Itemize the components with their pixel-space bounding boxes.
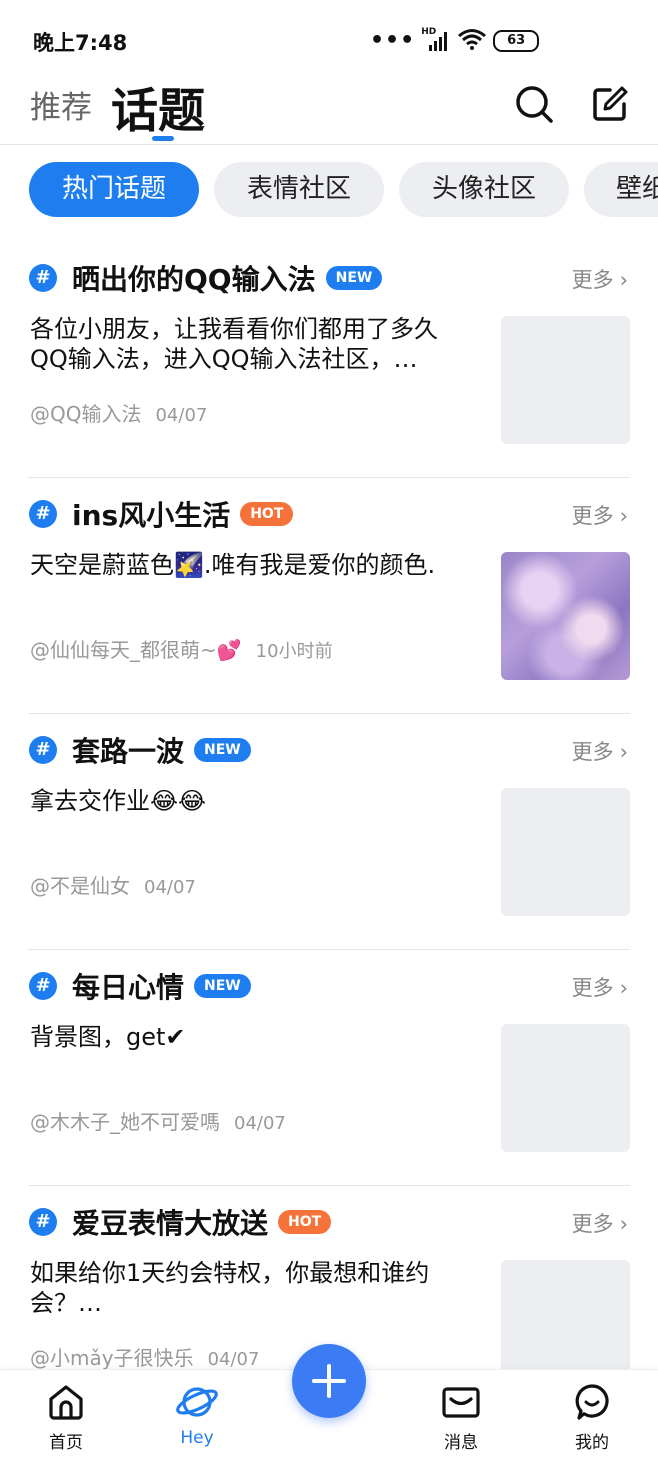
more-dots-icon: ••• bbox=[370, 28, 416, 53]
topic-meta: @木木子_她不可爱嗎 04/07 bbox=[30, 1106, 286, 1135]
author[interactable]: @仙仙每天_都很萌~💕 bbox=[30, 638, 242, 662]
compose-icon[interactable] bbox=[588, 82, 632, 126]
planet-icon bbox=[175, 1387, 219, 1426]
topic-excerpt: 各位小朋友，让我看看你们都用了多久QQ输入法，进入QQ输入法社区，… bbox=[30, 315, 438, 373]
tab-hey-label: Hey bbox=[180, 1428, 214, 1448]
topic-excerpt: 背景图，get✔ bbox=[30, 1023, 186, 1051]
tab-topic[interactable]: 话题 bbox=[111, 72, 205, 141]
create-post-button[interactable] bbox=[292, 1344, 366, 1418]
battery-level: 63 bbox=[507, 33, 526, 48]
chip-sticker-community[interactable]: 表情社区 bbox=[214, 162, 384, 217]
chevron-right-icon: › bbox=[619, 504, 628, 528]
list-item[interactable]: # 每日心情 NEW 更多 › 背景图，get✔ @木木子_她不可爱嗎 04/07 bbox=[0, 950, 658, 1186]
more-link[interactable]: 更多 › bbox=[572, 972, 628, 1002]
chip-hot-topics[interactable]: 热门话题 bbox=[29, 162, 199, 217]
thumbnail-sky-image[interactable] bbox=[501, 552, 630, 680]
tab-hey[interactable]: Hey bbox=[157, 1382, 237, 1448]
active-tab-indicator bbox=[152, 136, 174, 141]
more-link[interactable]: 更多 › bbox=[572, 500, 628, 530]
chevron-right-icon: › bbox=[619, 976, 628, 1000]
topic-meta: @QQ输入法 04/07 bbox=[30, 398, 207, 427]
home-icon bbox=[46, 1385, 86, 1426]
author[interactable]: @QQ输入法 bbox=[30, 402, 141, 426]
author[interactable]: @小mǎy子很快乐 bbox=[30, 1346, 194, 1370]
topic-meta: @不是仙女 04/07 bbox=[30, 870, 196, 899]
author[interactable]: @不是仙女 bbox=[30, 874, 130, 898]
hashtag-icon: # bbox=[29, 736, 57, 764]
category-chips: 热门话题 表情社区 头像社区 壁纸 bbox=[0, 162, 658, 218]
more-link[interactable]: 更多 › bbox=[572, 1208, 628, 1238]
thumbnail[interactable] bbox=[501, 316, 630, 444]
new-badge: NEW bbox=[325, 266, 383, 290]
topic-title[interactable]: 套路一波 NEW bbox=[72, 730, 251, 770]
post-date: 04/07 bbox=[234, 1113, 286, 1134]
tab-messages-label: 消息 bbox=[444, 1433, 478, 1453]
status-time: 晚上7:48 bbox=[33, 31, 128, 55]
topic-title[interactable]: 每日心情 NEW bbox=[72, 966, 251, 1006]
new-badge: NEW bbox=[194, 974, 251, 998]
more-link[interactable]: 更多 › bbox=[572, 264, 628, 294]
cell-signal-icon: HD bbox=[421, 27, 451, 52]
topic-title[interactable]: 晒出你的QQ输入法 NEW bbox=[72, 258, 383, 298]
chevron-right-icon: › bbox=[619, 740, 628, 764]
status-icons: ••• HD 63 bbox=[370, 27, 540, 54]
tab-messages[interactable]: 消息 bbox=[421, 1382, 501, 1453]
top-nav: 推荐 话题 bbox=[0, 72, 658, 145]
hot-badge: HOT bbox=[278, 1210, 332, 1234]
topic-excerpt: 天空是蔚蓝色🌠.唯有我是爱你的颜色. bbox=[30, 551, 436, 579]
hashtag-icon: # bbox=[29, 264, 57, 292]
thumbnail[interactable] bbox=[501, 1024, 630, 1152]
new-badge: NEW bbox=[194, 738, 251, 762]
hot-badge: HOT bbox=[240, 502, 294, 526]
list-item[interactable]: # ins风小生活 HOT 更多 › 天空是蔚蓝色🌠.唯有我是爱你的颜色. @仙仙每… bbox=[0, 478, 658, 714]
tab-mine-label: 我的 bbox=[575, 1433, 609, 1453]
profile-icon bbox=[571, 1384, 613, 1426]
tab-home-label: 首页 bbox=[49, 1433, 83, 1453]
author[interactable]: @木木子_她不可爱嗎 bbox=[30, 1110, 220, 1134]
thumbnail[interactable] bbox=[501, 788, 630, 916]
list-item[interactable]: # 套路一波 NEW 更多 › 拿去交作业😂😂 @不是仙女 04/07 bbox=[0, 714, 658, 950]
tab-home[interactable]: 首页 bbox=[26, 1382, 106, 1453]
chevron-right-icon: › bbox=[619, 1212, 628, 1236]
wifi-icon bbox=[457, 28, 487, 54]
topic-meta: @小mǎy子很快乐 04/07 bbox=[30, 1342, 259, 1371]
post-date: 04/07 bbox=[144, 877, 196, 898]
search-icon[interactable] bbox=[512, 82, 556, 126]
topic-title[interactable]: 爱豆表情大放送 HOT bbox=[72, 1202, 332, 1242]
post-date: 10小时前 bbox=[255, 641, 333, 662]
plus-icon bbox=[292, 1364, 366, 1422]
hashtag-icon: # bbox=[29, 972, 57, 1000]
bottom-tab-bar: 首页 Hey 消息 我的 bbox=[0, 1344, 658, 1462]
battery-icon: 63 bbox=[493, 30, 540, 52]
list-item[interactable]: # 晒出你的QQ输入法 NEW 更多 › 各位小朋友，让我看看你们都用了多久QQ输入… bbox=[0, 242, 658, 478]
tab-mine[interactable]: 我的 bbox=[552, 1382, 632, 1453]
chevron-right-icon: › bbox=[619, 268, 628, 292]
hashtag-icon: # bbox=[29, 1208, 57, 1236]
post-date: 04/07 bbox=[155, 405, 208, 426]
mail-icon bbox=[440, 1387, 482, 1426]
post-date: 04/07 bbox=[207, 1349, 260, 1370]
chip-avatar-community[interactable]: 头像社区 bbox=[399, 162, 569, 217]
topic-meta: @仙仙每天_都很萌~💕 10小时前 bbox=[30, 634, 333, 663]
chip-wallpaper[interactable]: 壁纸 bbox=[584, 162, 658, 217]
topic-title[interactable]: ins风小生活 HOT bbox=[72, 494, 294, 534]
tab-recommend[interactable]: 推荐 bbox=[30, 82, 92, 127]
topic-excerpt: 如果给你1天约会特权，你最想和谁约会？… bbox=[30, 1259, 430, 1317]
status-bar: 晚上7:48 ••• HD 63 bbox=[0, 0, 658, 78]
hashtag-icon: # bbox=[29, 500, 57, 528]
topic-excerpt: 拿去交作业😂😂 bbox=[30, 787, 207, 815]
more-link[interactable]: 更多 › bbox=[572, 736, 628, 766]
